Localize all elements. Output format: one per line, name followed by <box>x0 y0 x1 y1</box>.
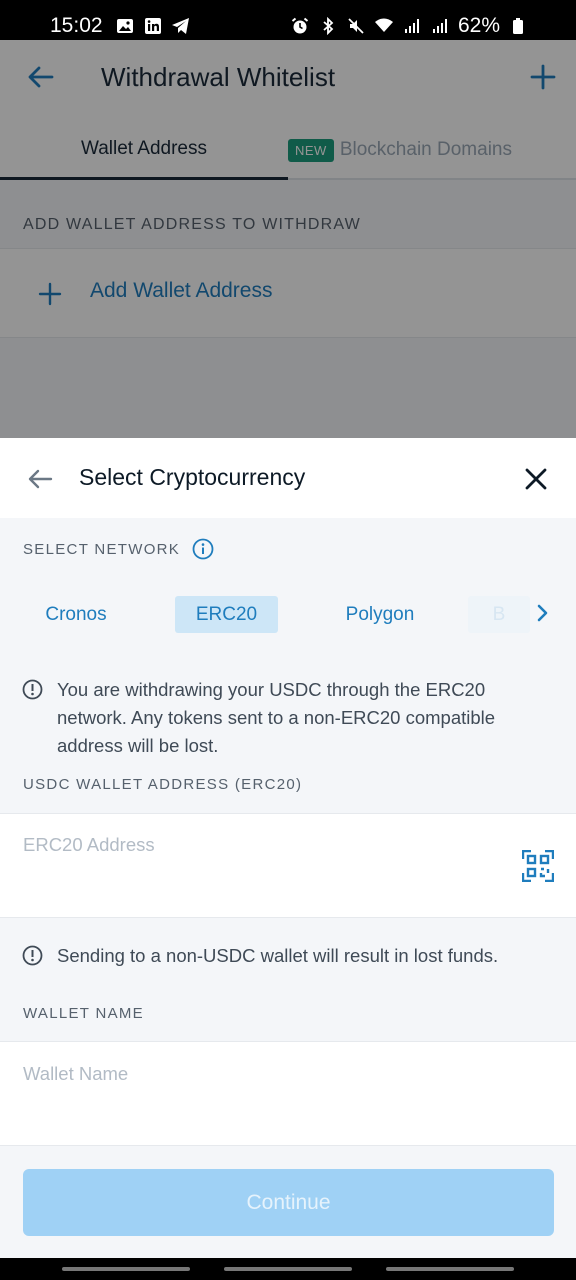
network-chip-polygon[interactable]: Polygon <box>330 596 430 633</box>
continue-button[interactable]: Continue <box>23 1169 554 1236</box>
battery-icon <box>508 16 528 36</box>
network-chip-more[interactable]: B <box>468 596 530 633</box>
system-nav-bar <box>0 1258 576 1280</box>
sheet-header: Select Cryptocurrency <box>0 438 576 518</box>
network-chip-cronos[interactable]: Cronos <box>30 596 122 633</box>
chevron-right-icon[interactable] <box>534 602 552 624</box>
select-network-label: SELECT NETWORK <box>23 540 181 558</box>
gallery-icon <box>115 16 135 36</box>
info-icon[interactable] <box>192 538 214 560</box>
mute-icon <box>346 16 366 36</box>
bluetooth-icon <box>318 16 338 36</box>
address-label: USDC WALLET ADDRESS (ERC20) <box>23 776 303 793</box>
nav-back[interactable] <box>386 1267 514 1271</box>
network-selector: Cronos ERC20 Polygon B <box>0 596 576 636</box>
close-icon[interactable] <box>524 467 548 491</box>
funds-warning: Sending to a non-USDC wallet will result… <box>22 942 562 970</box>
linkedin-icon <box>143 16 163 36</box>
wallet-name-placeholder: Wallet Name <box>23 1063 129 1084</box>
back-arrow-icon[interactable] <box>26 465 54 493</box>
alert-icon <box>22 945 43 966</box>
signal-r-icon <box>430 16 450 36</box>
select-network-label-row: SELECT NETWORK <box>23 538 214 560</box>
funds-warning-text: Sending to a non-USDC wallet will result… <box>57 945 499 966</box>
wifi-icon <box>374 16 394 36</box>
wallet-name-field[interactable]: Wallet Name <box>0 1041 576 1146</box>
nav-recents[interactable] <box>62 1267 190 1271</box>
status-time: 15:02 <box>50 14 103 37</box>
address-placeholder: ERC20 Address <box>23 834 155 855</box>
wallet-name-label: WALLET NAME <box>23 1005 144 1022</box>
alert-icon <box>22 679 43 700</box>
select-cryptocurrency-sheet: Select Cryptocurrency SELECT NETWORK Cro… <box>0 438 576 1260</box>
nav-home[interactable] <box>224 1267 352 1271</box>
signal-icon <box>402 16 422 36</box>
sheet-title: Select Cryptocurrency <box>79 464 306 490</box>
modal-scrim[interactable] <box>0 40 576 440</box>
alarm-icon <box>290 16 310 36</box>
qr-scan-icon[interactable] <box>521 849 555 883</box>
network-chip-erc20[interactable]: ERC20 <box>175 596 278 633</box>
telegram-icon <box>171 16 191 36</box>
network-warning-text: You are withdrawing your USDC through th… <box>57 679 496 756</box>
battery-percent: 62% <box>457 14 500 37</box>
network-warning: You are withdrawing your USDC through th… <box>22 676 542 760</box>
address-field[interactable]: ERC20 Address <box>0 813 576 918</box>
